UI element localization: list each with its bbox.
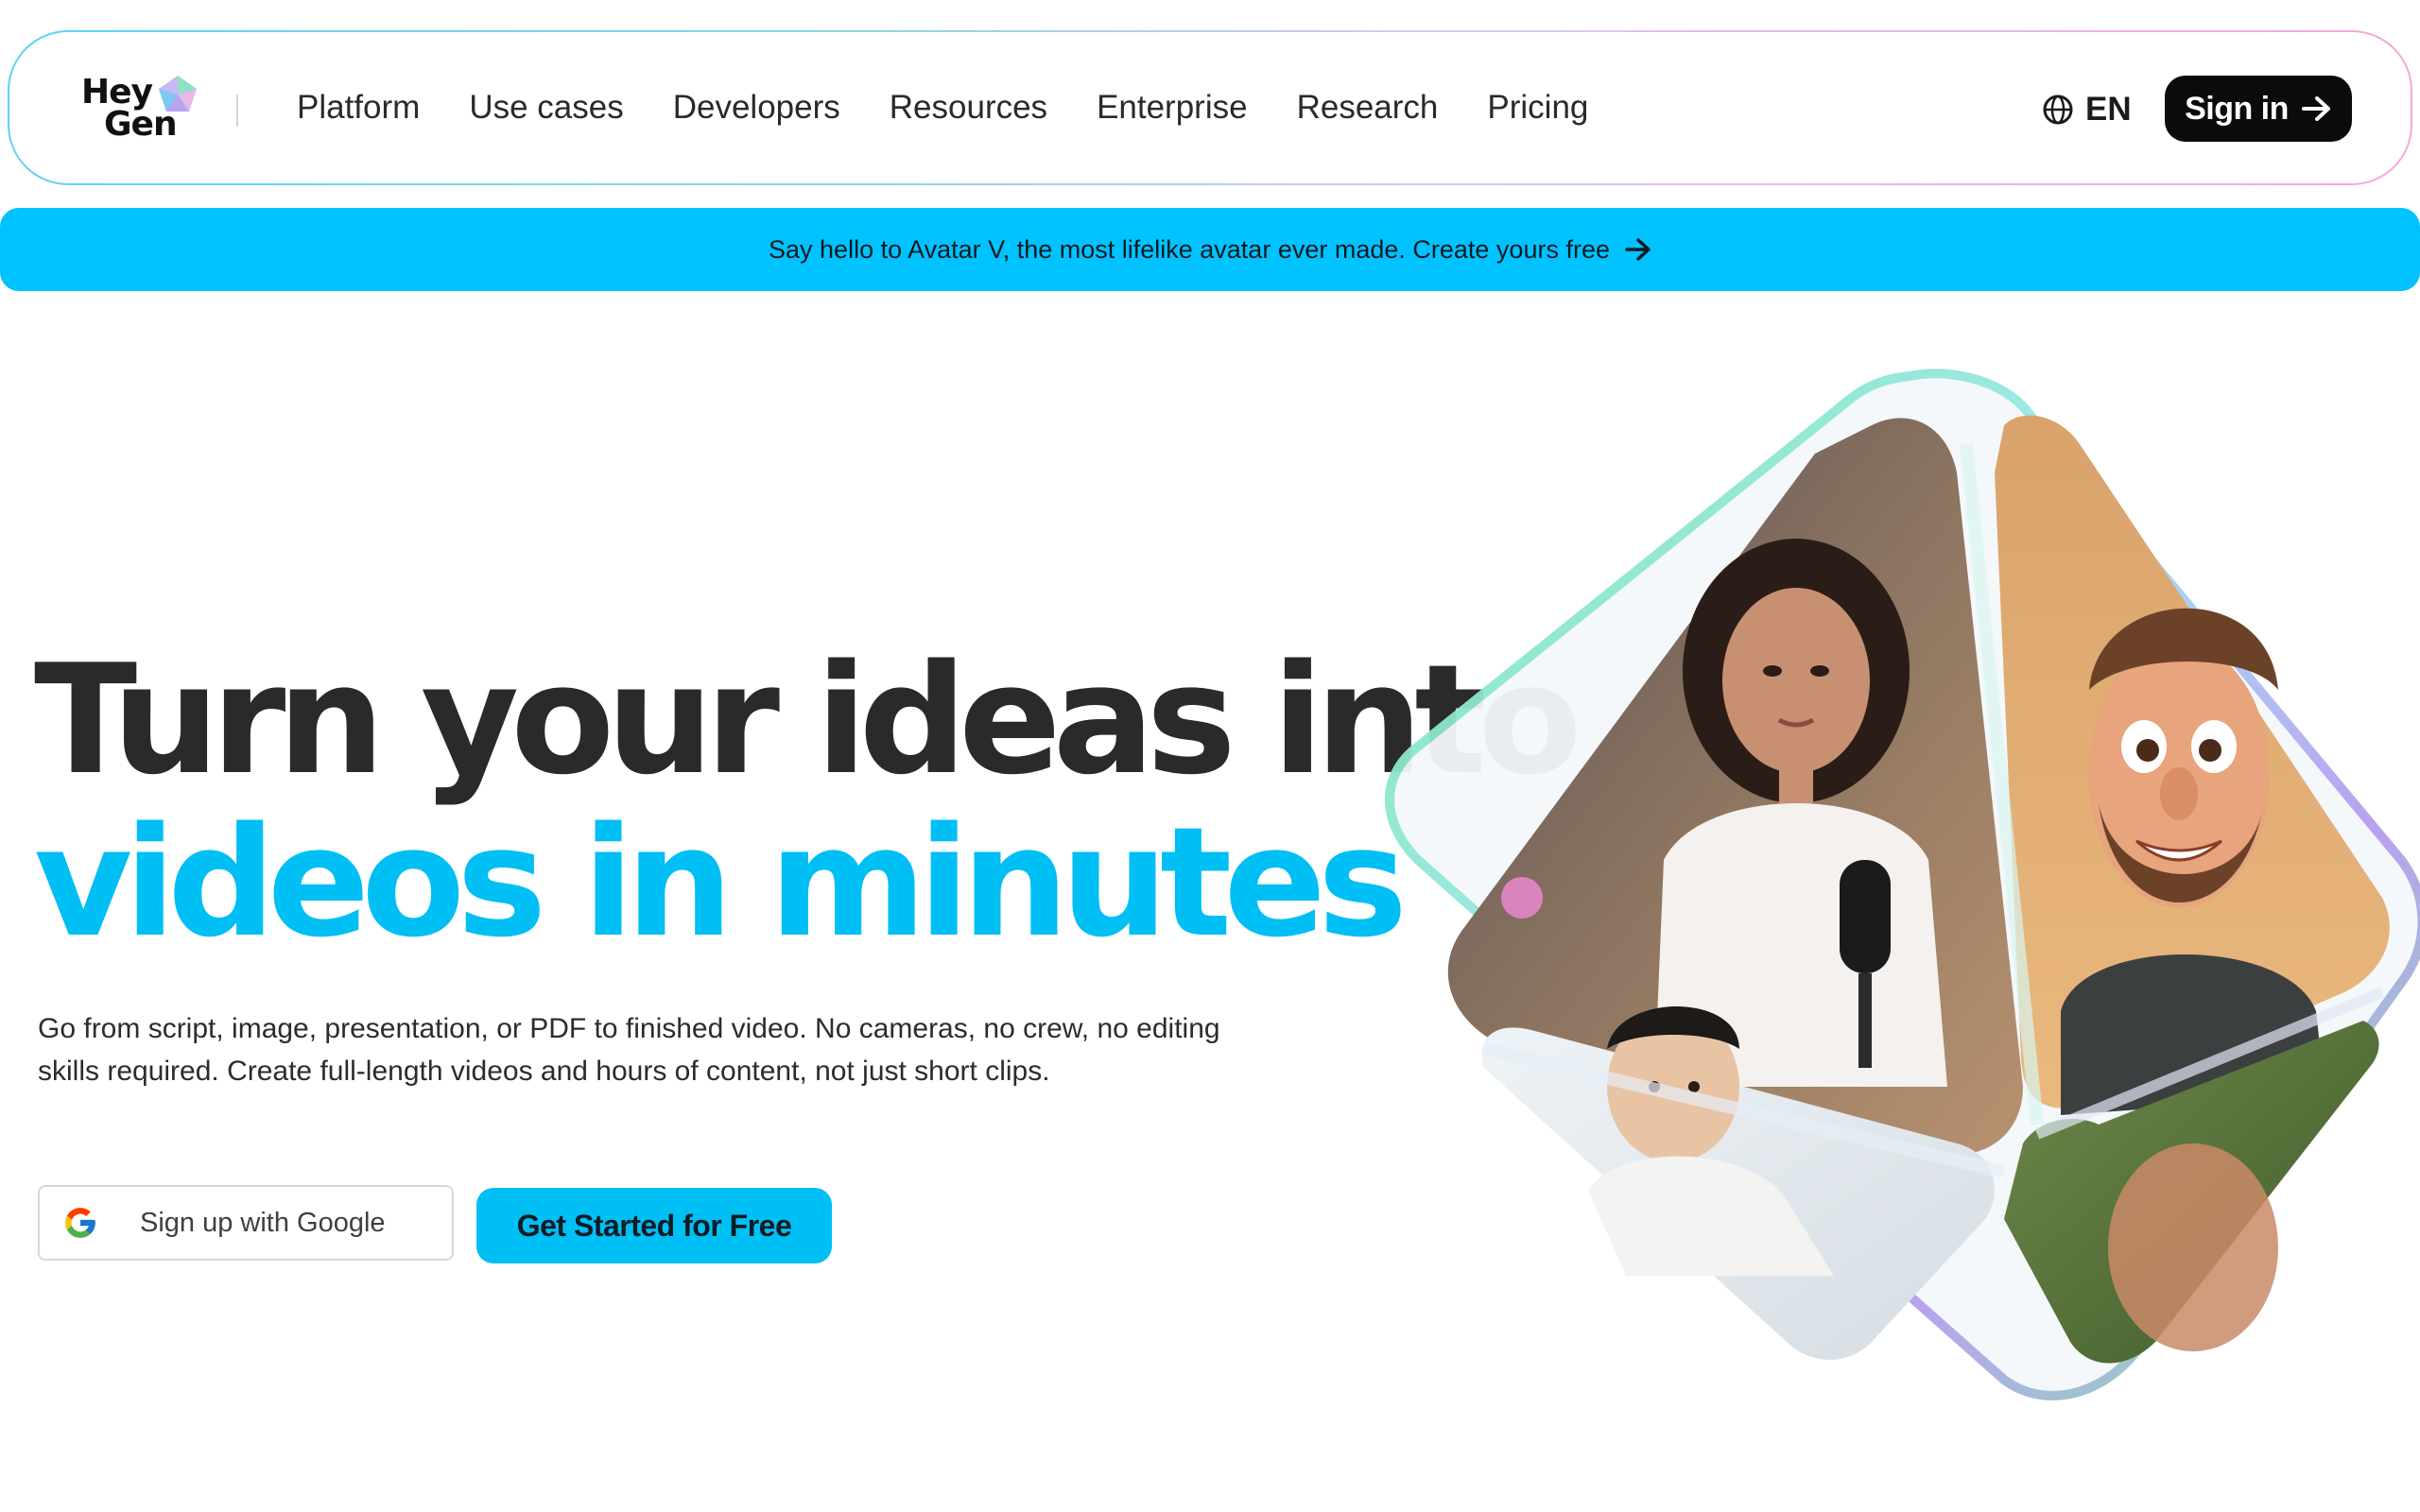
hero-headline-line1: Turn your ideas into [34,631,1582,808]
hero-headline-line2: videos in minutes [34,794,1408,971]
bottom-right-avatar [2108,1143,2278,1351]
nav-developers[interactable]: Developers [673,89,840,127]
language-label: EN [2085,91,2132,128]
nav-resources[interactable]: Resources [890,89,1047,127]
top-navigation-frame: Hey Gen Platform Use cases Developers Re… [8,30,2412,185]
arrow-right-icon [1625,238,1651,261]
nav-divider [236,94,238,127]
nav-research[interactable]: Research [1297,89,1439,127]
top-navigation: Hey Gen Platform Use cases Developers Re… [9,32,2411,183]
nav-links: Platform Use cases Developers Resources … [297,32,1637,183]
google-button-label: Sign up with Google [140,1207,386,1238]
hero-description: Go from script, image, presentation, or … [38,1013,1220,1087]
nav-pricing[interactable]: Pricing [1487,89,1588,127]
avatar-showcase-graphic [1385,369,2420,1400]
globe-icon [2043,94,2073,125]
hero-headline: Turn your ideas into videos in minutes [34,631,1582,971]
arrow-right-icon [2301,96,2330,121]
get-started-label: Get Started for Free [516,1208,792,1243]
google-g-icon [65,1208,95,1238]
get-started-button[interactable]: Get Started for Free [476,1188,832,1263]
sign-up-with-google-button[interactable]: Sign up with Google [38,1185,454,1261]
nav-enterprise[interactable]: Enterprise [1097,89,1248,127]
banner-text: Say hello to Avatar V, the most lifelike… [769,234,1610,264]
nav-platform[interactable]: Platform [297,89,420,127]
sign-in-button[interactable]: Sign in [2165,76,2352,142]
heygen-logo[interactable]: Hey Gen [76,72,208,147]
language-selector[interactable]: EN [2042,87,2132,132]
announcement-banner[interactable]: Say hello to Avatar V, the most lifelike… [0,208,2420,291]
sign-in-label: Sign in [2185,90,2289,127]
nav-use-cases[interactable]: Use cases [469,89,623,127]
heygen-gem-icon [159,76,197,112]
